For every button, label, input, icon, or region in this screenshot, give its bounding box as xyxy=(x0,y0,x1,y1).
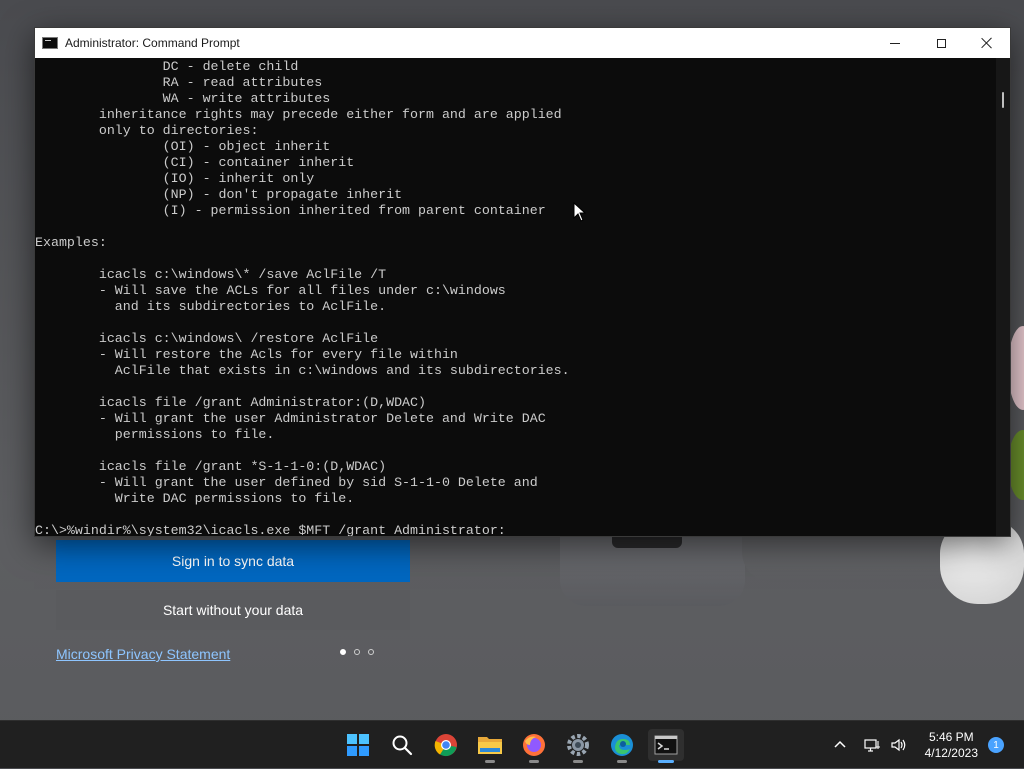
volume-icon[interactable] xyxy=(890,737,908,753)
system-tray xyxy=(832,721,908,769)
privacy-statement-link[interactable]: Microsoft Privacy Statement xyxy=(56,646,230,662)
console-line: inheritance rights may precede either fo… xyxy=(35,107,562,122)
running-indicator xyxy=(529,760,539,763)
edge-icon xyxy=(611,734,633,756)
search-button[interactable] xyxy=(384,729,420,761)
console-line: - Will restore the Acls for every file w… xyxy=(35,347,458,362)
firefox-icon xyxy=(523,734,545,756)
taskbar-command-prompt[interactable] xyxy=(648,729,684,763)
taskbar-file-explorer[interactable] xyxy=(472,729,508,763)
console-line: (IO) - inherit only xyxy=(35,171,315,186)
window-controls xyxy=(872,28,1010,58)
start-button[interactable] xyxy=(340,729,376,761)
console-line: Write DAC permissions to file. xyxy=(35,491,355,506)
page-dot-2[interactable] xyxy=(354,649,360,655)
console-line: WA - write attributes xyxy=(35,91,331,106)
taskbar-edge[interactable] xyxy=(604,729,640,763)
console-line: and its subdirectories to AclFile. xyxy=(35,299,387,314)
console-line: AclFile that exists in c:\windows and it… xyxy=(35,363,570,378)
page-indicator xyxy=(340,649,374,655)
console-line: icacls file /grant Administrator:(D,WDAC… xyxy=(35,395,426,410)
console-line: - Will grant the user Administrator Dele… xyxy=(35,411,546,426)
console-line: icacls c:\windows\ /restore AclFile xyxy=(35,331,379,346)
console-line: DC - delete child xyxy=(35,59,299,74)
running-indicator xyxy=(485,760,495,763)
minimize-button[interactable] xyxy=(872,28,918,58)
network-icon[interactable] xyxy=(864,737,882,753)
console-line: (CI) - container inherit xyxy=(35,155,355,170)
mouse-pointer-icon xyxy=(573,202,587,222)
search-icon xyxy=(392,735,413,756)
running-indicator xyxy=(573,760,583,763)
vertical-scrollbar[interactable] xyxy=(996,58,1010,536)
console-line: - Will grant the user defined by sid S-1… xyxy=(35,475,538,490)
close-icon xyxy=(981,37,993,49)
console-line: only to directories: xyxy=(35,123,259,138)
running-indicator xyxy=(617,760,627,763)
start-without-data-button[interactable]: Start without your data xyxy=(56,590,410,630)
scrollbar-thumb[interactable] xyxy=(1002,92,1004,108)
page-dot-3[interactable] xyxy=(368,649,374,655)
console-line: RA - read attributes xyxy=(35,75,323,90)
console-line: icacls c:\windows\* /save AclFile /T xyxy=(35,267,387,282)
settings-icon xyxy=(567,734,589,756)
active-indicator xyxy=(658,760,674,763)
taskbar: 5:46 PM 4/12/2023 1 xyxy=(0,720,1024,768)
taskbar-firefox[interactable] xyxy=(516,729,552,763)
window-title: Administrator: Command Prompt xyxy=(65,36,240,50)
console-line: permissions to file. xyxy=(35,427,275,442)
notification-badge[interactable]: 1 xyxy=(988,737,1004,753)
clock-time: 5:46 PM xyxy=(928,730,974,744)
page-dot-1[interactable] xyxy=(340,649,346,655)
console-line: - Will save the ACLs for all files under… xyxy=(35,283,506,298)
command-prompt-window[interactable]: Administrator: Command Prompt DC - delet… xyxy=(34,27,1011,537)
background-ledge xyxy=(742,536,952,582)
windows-start-icon xyxy=(347,734,369,756)
terminal-icon xyxy=(654,735,678,755)
minimize-icon xyxy=(890,42,900,44)
taskbar-chrome[interactable] xyxy=(428,729,464,761)
sign-in-sync-button[interactable]: Sign in to sync data xyxy=(56,540,410,582)
console-line: icacls file /grant *S-1-1-0:(D,WDAC) xyxy=(35,459,387,474)
file-explorer-icon xyxy=(478,737,502,754)
maximize-button[interactable] xyxy=(918,28,964,58)
title-bar[interactable]: Administrator: Command Prompt xyxy=(35,28,1010,58)
clock-date: 4/12/2023 xyxy=(924,746,978,760)
console-line: (NP) - don't propagate inherit xyxy=(35,187,403,202)
maximize-icon xyxy=(936,38,946,48)
console-line: (I) - permission inherited from parent c… xyxy=(35,203,546,218)
console-line: Examples: xyxy=(35,235,107,250)
command-prompt-icon xyxy=(42,37,58,49)
console-line: C:\>%windir%\system32\icacls.exe $MFT /g… xyxy=(35,523,506,536)
console-output[interactable]: DC - delete child RA - read attributes W… xyxy=(35,58,997,536)
background-pedestal-top xyxy=(612,536,682,548)
taskbar-settings[interactable] xyxy=(560,729,596,763)
chevron-up-icon[interactable] xyxy=(832,737,848,753)
chrome-icon xyxy=(434,734,457,757)
console-line: (OI) - object inherit xyxy=(35,139,331,154)
close-button[interactable] xyxy=(964,28,1010,58)
clock[interactable]: 5:46 PM 4/12/2023 xyxy=(925,729,978,761)
